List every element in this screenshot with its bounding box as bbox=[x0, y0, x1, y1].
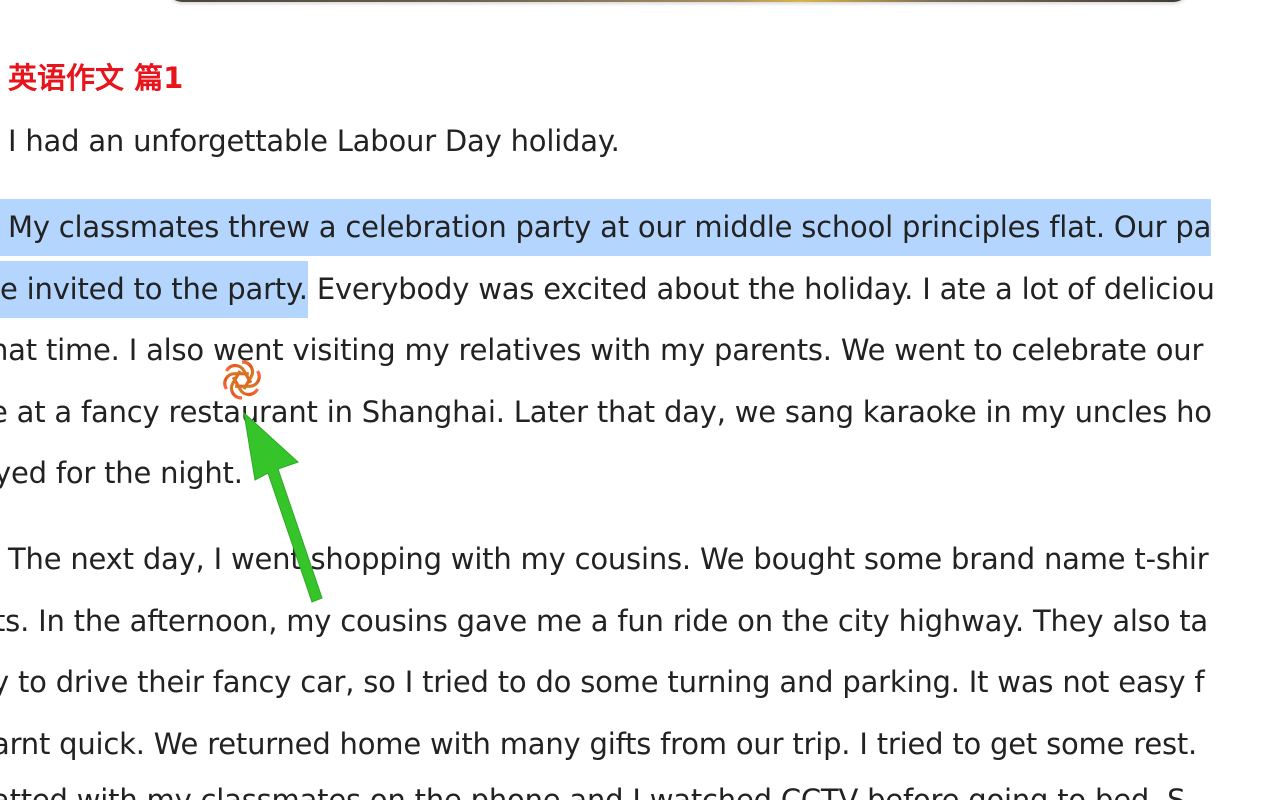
paragraph-3-line-5: atted with my classmates on the phone an… bbox=[0, 783, 1186, 800]
paragraph-2-line-3: hat time. I also went visiting my relati… bbox=[0, 333, 1204, 367]
paragraph-3-line-1: The next day, I went shopping with my co… bbox=[8, 542, 1209, 576]
paragraph-3-line-3: y to drive their fancy car, so I tried t… bbox=[0, 665, 1205, 699]
paragraph-1-line-1: I had an unforgettable Labour Day holida… bbox=[8, 124, 620, 158]
selected-text[interactable]: e invited to the party. bbox=[0, 261, 308, 318]
paragraph-2-line-4: e at a fancy restaurant in Shanghai. Lat… bbox=[0, 395, 1212, 429]
paragraph-2-line-2[interactable]: e invited to the party. Everybody was ex… bbox=[0, 261, 1215, 318]
article-heading: 英语作文 篇1 bbox=[8, 61, 184, 95]
article-top-image bbox=[168, 0, 1188, 2]
paragraph-3-line-2: ts. In the afternoon, my cousins gave me… bbox=[0, 604, 1208, 638]
openai-logo-icon[interactable] bbox=[216, 354, 268, 406]
paragraph-2-line-1[interactable]: My classmates threw a celebration party … bbox=[0, 199, 1211, 256]
selected-text[interactable]: My classmates threw a celebration party … bbox=[0, 199, 1211, 256]
paragraph-2-line-5: yed for the night. bbox=[0, 456, 243, 490]
paragraph-text: Everybody was excited about the holiday.… bbox=[307, 272, 1215, 306]
paragraph-3-line-4: arnt quick. We returned home with many g… bbox=[0, 727, 1198, 761]
